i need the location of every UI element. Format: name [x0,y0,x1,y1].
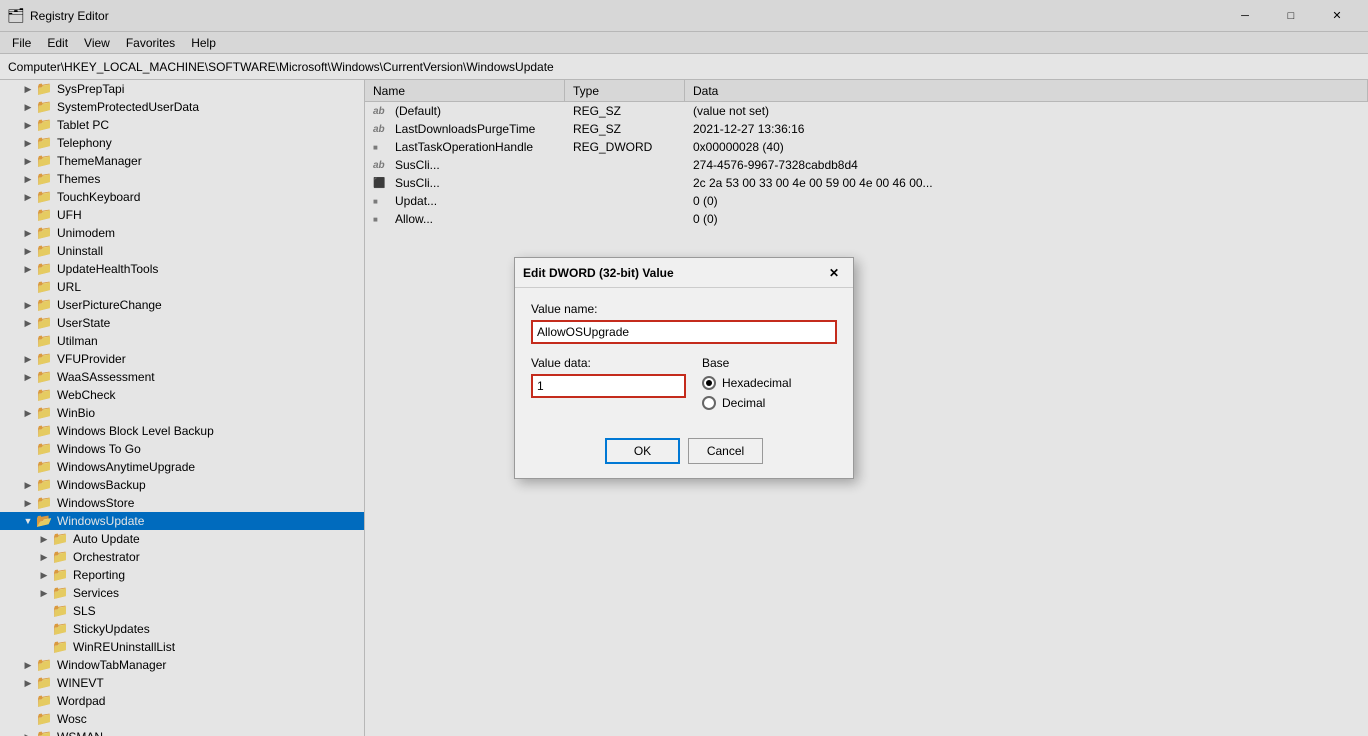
dialog-title: Edit DWORD (32-bit) Value [523,266,823,280]
value-data-label: Value data: [531,356,686,370]
edit-dword-dialog: Edit DWORD (32-bit) Value ✕ Value name: … [514,257,854,479]
radio-hexadecimal-btn [702,376,716,390]
dialog-title-bar: Edit DWORD (32-bit) Value ✕ [515,258,853,288]
dialog-cancel-button[interactable]: Cancel [688,438,763,464]
modal-overlay: Edit DWORD (32-bit) Value ✕ Value name: … [0,0,1368,736]
dialog-body: Value name: Value data: Base Hexadecimal… [515,288,853,430]
radio-hexadecimal-label: Hexadecimal [722,376,791,390]
dialog-footer: OK Cancel [515,430,853,478]
dialog-ok-button[interactable]: OK [605,438,680,464]
radio-hexadecimal[interactable]: Hexadecimal [702,376,837,390]
value-data-input[interactable] [531,374,686,398]
radio-decimal-btn [702,396,716,410]
radio-decimal-label: Decimal [722,396,765,410]
dialog-close-button[interactable]: ✕ [823,262,845,284]
value-name-input[interactable] [531,320,837,344]
value-name-label: Value name: [531,302,837,316]
radio-decimal[interactable]: Decimal [702,396,837,410]
base-title: Base [702,356,837,370]
base-section: Base Hexadecimal Decimal [702,356,837,416]
